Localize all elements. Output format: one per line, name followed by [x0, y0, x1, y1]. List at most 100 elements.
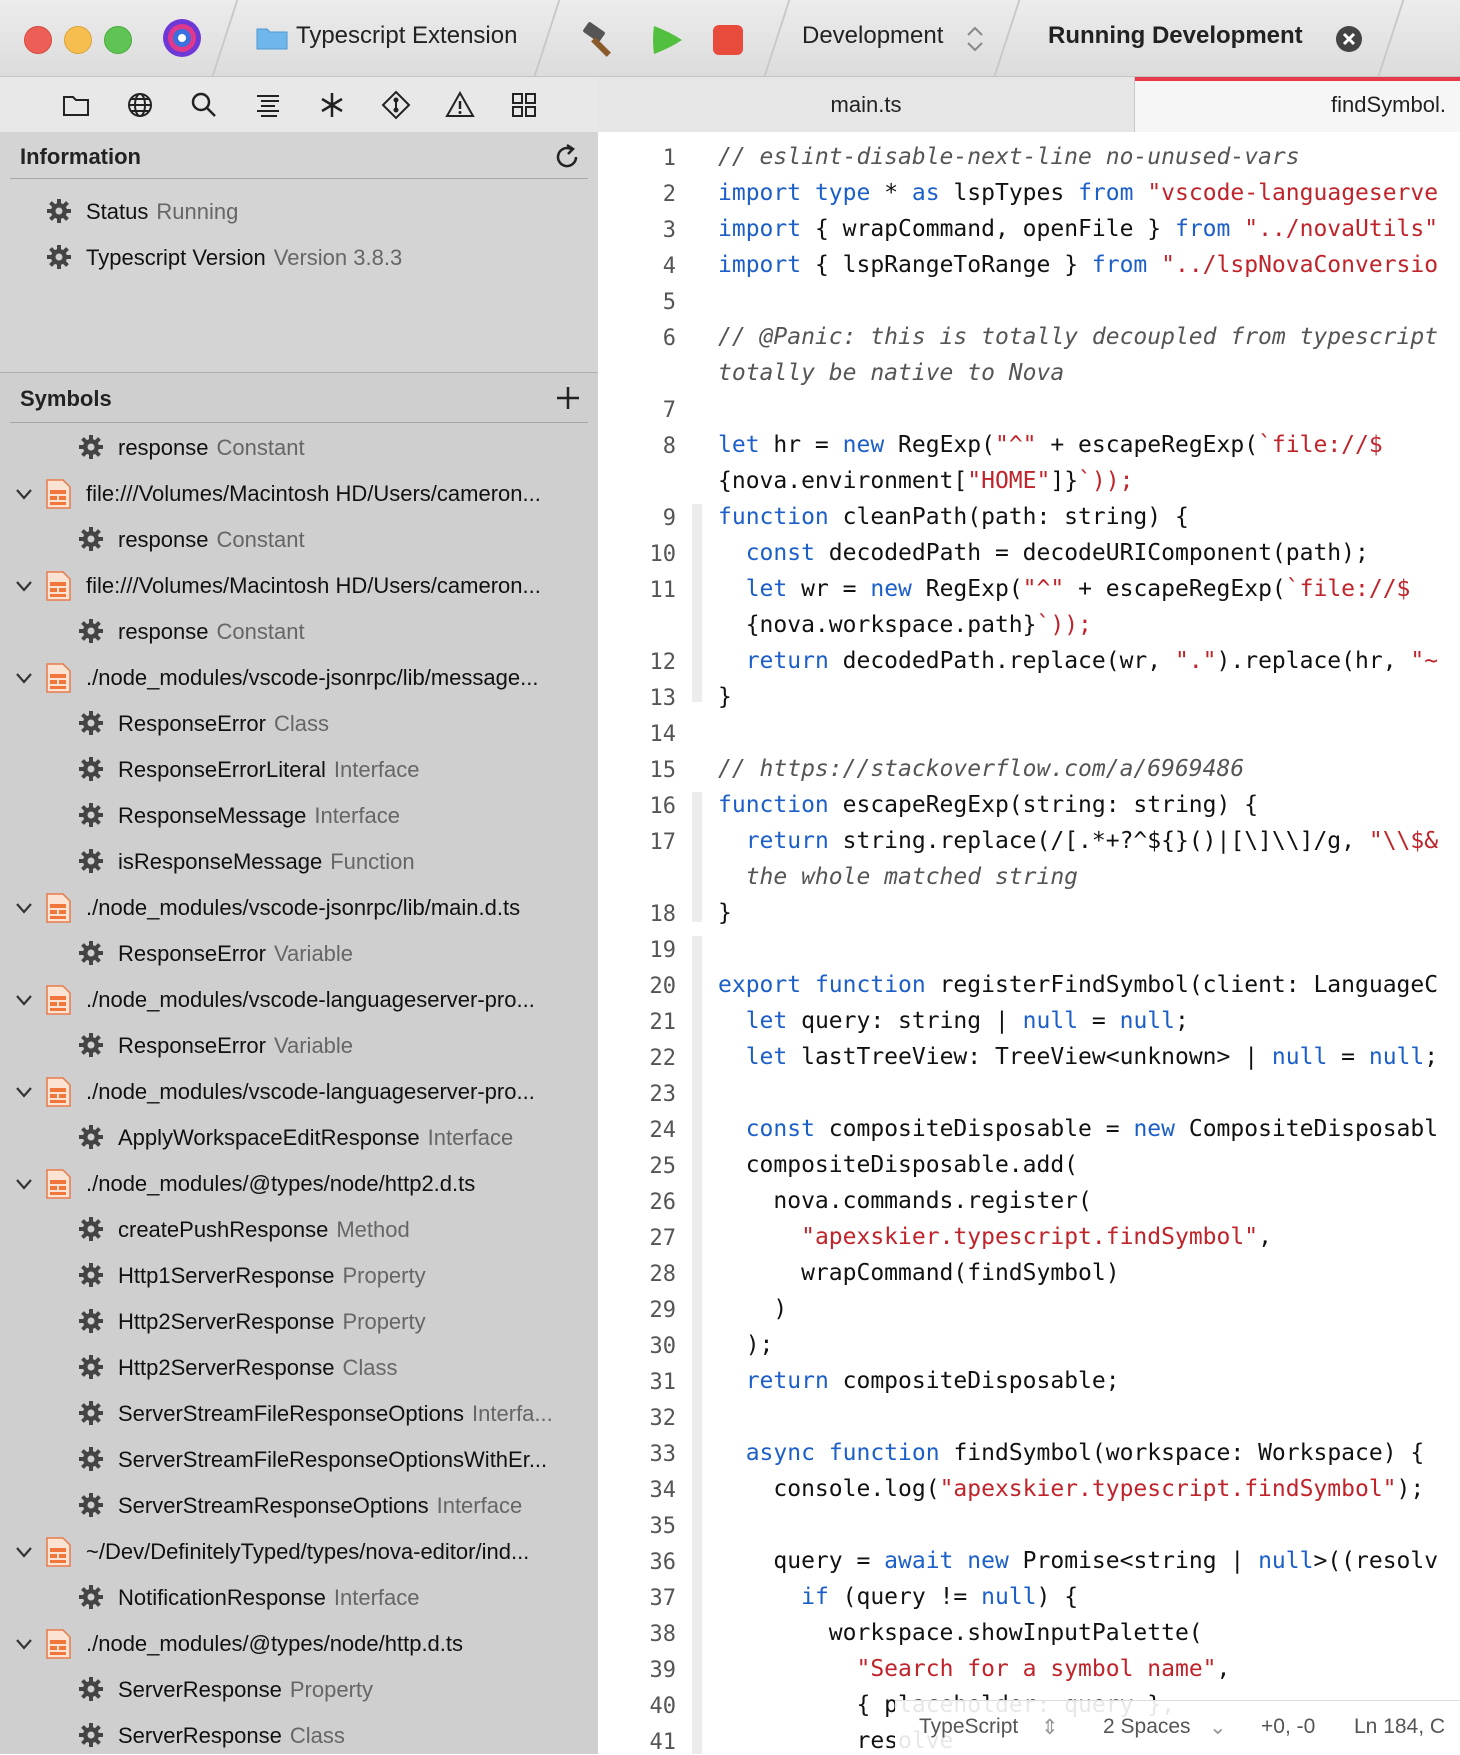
code-line[interactable]: // eslint-disable-next-line no-unused-va… [718, 144, 1300, 170]
code-line[interactable]: "apexskier.typescript.findSymbol", [718, 1224, 1272, 1250]
symbol-file-row[interactable]: file:///Volumes/Macintosh HD/Users/camer… [0, 562, 598, 608]
symbol-file-row[interactable]: file:///Volumes/Macintosh HD/Users/camer… [0, 470, 598, 516]
symbol-row[interactable]: ServerResponse Class [0, 1712, 598, 1754]
code-line[interactable]: "Search for a symbol name", [718, 1656, 1230, 1682]
code-line[interactable]: console.log("apexskier.typescript.findSy… [718, 1476, 1424, 1502]
add-icon[interactable] [554, 384, 582, 412]
code-line[interactable]: const compositeDisposable = new Composit… [718, 1116, 1438, 1142]
code-line[interactable]: function cleanPath(path: string) { [718, 504, 1189, 530]
cursor-position[interactable]: Ln 184, C [1354, 1715, 1445, 1739]
code-line[interactable]: ) [718, 1296, 787, 1322]
close-window-button[interactable] [24, 26, 52, 54]
symbol-file-row[interactable]: ./node_modules/vscode-jsonrpc/lib/main.d… [0, 884, 598, 930]
chevron-down-icon[interactable] [14, 668, 34, 688]
zoom-window-button[interactable] [104, 26, 132, 54]
symbol-row[interactable]: Http2ServerResponse Class [0, 1344, 598, 1390]
symbol-row[interactable]: ResponseError Variable [0, 930, 598, 976]
symbol-file-row[interactable]: ./node_modules/vscode-languageserver-pro… [0, 976, 598, 1022]
code-line[interactable]: return string.replace(/[.*+?^${}()|[\]\\… [718, 828, 1438, 854]
chevron-down-icon[interactable] [14, 1634, 34, 1654]
language-selector[interactable]: TypeScript [919, 1715, 1018, 1739]
close-task-icon[interactable] [1334, 24, 1364, 54]
code-line[interactable]: totally be native to Nova [718, 360, 1064, 386]
git-diamond-icon[interactable] [380, 89, 412, 121]
symbol-row[interactable]: Http1ServerResponse Property [0, 1252, 598, 1298]
tab-main-ts[interactable]: main.ts [598, 77, 1135, 132]
asterisk-icon[interactable] [316, 89, 348, 121]
search-icon[interactable] [188, 89, 220, 121]
chevron-down-icon[interactable] [14, 1542, 34, 1562]
symbol-row[interactable]: isResponseMessage Function [0, 838, 598, 884]
stop-icon[interactable] [710, 22, 746, 58]
symbol-row[interactable]: ResponseMessage Interface [0, 792, 598, 838]
code-line[interactable]: } [718, 684, 732, 710]
symbol-row[interactable]: response Constant [0, 516, 598, 562]
nova-app-icon[interactable] [160, 16, 204, 60]
code-line[interactable]: // @Panic: this is totally decoupled fro… [718, 324, 1438, 350]
chevron-down-icon[interactable] [14, 898, 34, 918]
code-line[interactable]: the whole matched string [718, 864, 1078, 890]
code-line[interactable]: let lastTreeView: TreeView<unknown> | nu… [718, 1044, 1438, 1070]
code-line[interactable]: query = await new Promise<string | null>… [718, 1548, 1438, 1574]
code-line[interactable]: if (query != null) { [718, 1584, 1078, 1610]
code-line[interactable]: let wr = new RegExp("^" + escapeRegExp(`… [718, 576, 1411, 602]
code-line[interactable]: const decodedPath = decodeURIComponent(p… [718, 540, 1369, 566]
code-line[interactable]: {nova.workspace.path}`)); [718, 612, 1092, 638]
code-line[interactable]: } [718, 900, 732, 926]
code-editor[interactable]: 1 // eslint-disable-next-line no-unused-v… [598, 132, 1460, 1754]
symbol-row[interactable]: NotificationResponse Interface [0, 1574, 598, 1620]
symbol-row[interactable]: ResponseErrorLiteral Interface [0, 746, 598, 792]
code-line[interactable]: function escapeRegExp(string: string) { [718, 792, 1258, 818]
code-line[interactable]: import { lspRangeToRange } from "../lspN… [718, 252, 1438, 278]
project-name[interactable]: Typescript Extension [296, 22, 517, 50]
symbol-row[interactable]: response Constant [0, 424, 598, 470]
files-folder-icon[interactable] [60, 89, 92, 121]
outline-icon[interactable] [252, 89, 284, 121]
globe-icon[interactable] [124, 89, 156, 121]
symbol-row[interactable]: ResponseError Class [0, 700, 598, 746]
chevron-down-icon[interactable] [14, 1174, 34, 1194]
grid-icon[interactable] [508, 89, 540, 121]
run-play-icon[interactable] [646, 20, 686, 60]
symbol-file-row[interactable]: ./node_modules/@types/node/http2.d.ts [0, 1160, 598, 1206]
chevron-down-icon[interactable] [14, 990, 34, 1010]
minimize-window-button[interactable] [64, 26, 92, 54]
indent-selector[interactable]: 2 Spaces [1103, 1715, 1191, 1739]
code-line[interactable]: // https://stackoverflow.com/a/6969486 [718, 756, 1244, 782]
code-line[interactable]: compositeDisposable.add( [718, 1152, 1078, 1178]
symbol-row[interactable]: ServerStreamFileResponseOptionsWithEr... [0, 1436, 598, 1482]
code-line[interactable]: workspace.showInputPalette( [718, 1620, 1203, 1646]
symbol-row[interactable]: response Constant [0, 608, 598, 654]
symbol-file-row[interactable]: ./node_modules/vscode-jsonrpc/lib/messag… [0, 654, 598, 700]
symbol-file-row[interactable]: ~/Dev/DefinitelyTyped/types/nova-editor/… [0, 1528, 598, 1574]
symbol-row[interactable]: ServerStreamFileResponseOptions Interfa..… [0, 1390, 598, 1436]
code-line[interactable]: let query: string | null = null; [718, 1008, 1189, 1034]
symbol-row[interactable]: Http2ServerResponse Property [0, 1298, 598, 1344]
code-line[interactable]: export function registerFindSymbol(clien… [718, 972, 1438, 998]
code-line[interactable]: async function findSymbol(workspace: Wor… [718, 1440, 1425, 1466]
symbol-row[interactable]: ServerStreamResponseOptions Interface [0, 1482, 598, 1528]
warning-icon[interactable] [444, 89, 476, 121]
symbol-row[interactable]: ResponseError Variable [0, 1022, 598, 1068]
code-line[interactable]: import { wrapCommand, openFile } from ".… [718, 216, 1438, 242]
symbol-file-row[interactable]: ./node_modules/vscode-languageserver-pro… [0, 1068, 598, 1114]
code-line[interactable]: let hr = new RegExp("^" + escapeRegExp(`… [718, 432, 1383, 458]
symbol-row[interactable]: createPushResponse Method [0, 1206, 598, 1252]
code-line[interactable]: {nova.environment["HOME"]}`)); [718, 468, 1133, 494]
chevron-down-icon[interactable] [14, 576, 34, 596]
symbol-row[interactable]: ApplyWorkspaceEditResponse Interface [0, 1114, 598, 1160]
tab-findsymbol[interactable]: findSymbol. [1135, 77, 1460, 132]
refresh-icon[interactable] [552, 142, 582, 172]
code-line[interactable]: wrapCommand(findSymbol) [718, 1260, 1120, 1286]
code-line[interactable]: ); [718, 1332, 774, 1358]
scheme-selector[interactable]: Development [802, 22, 943, 50]
build-hammer-icon[interactable] [580, 20, 620, 60]
symbol-row[interactable]: ServerResponse Property [0, 1666, 598, 1712]
symbol-file-row[interactable]: ./node_modules/@types/node/http.d.ts [0, 1620, 598, 1666]
updown-chevron-icon[interactable] [964, 24, 986, 54]
chevron-down-icon[interactable] [14, 484, 34, 504]
code-line[interactable]: import type * as lspTypes from "vscode-l… [718, 180, 1438, 206]
chevron-down-icon[interactable] [14, 1082, 34, 1102]
code-line[interactable]: return compositeDisposable; [718, 1368, 1120, 1394]
code-line[interactable]: return decodedPath.replace(wr, ".").repl… [718, 648, 1438, 674]
